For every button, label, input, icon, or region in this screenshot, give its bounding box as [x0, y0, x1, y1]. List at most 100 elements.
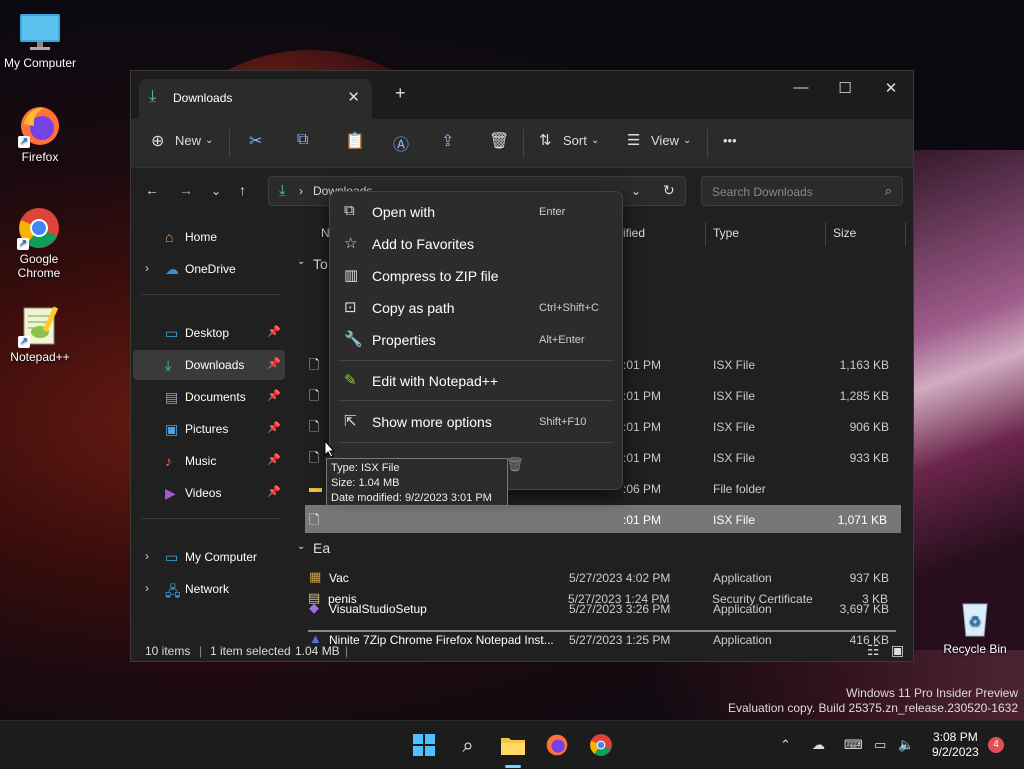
desktop-icon-firefox[interactable]: ↗ Firefox [0, 104, 80, 164]
divider [523, 129, 524, 157]
close-window-button[interactable]: ✕ [879, 79, 903, 97]
sidebar-item-desktop[interactable]: ▭ Desktop 📌 [133, 318, 285, 348]
up-arrow-icon[interactable]: ↑ [239, 182, 246, 198]
start-button[interactable] [411, 733, 437, 759]
pin-icon[interactable]: 📌 [267, 389, 281, 402]
menu-item-copy-as-path[interactable]: ⊡ Copy as path Ctrl+Shift+C [334, 292, 618, 322]
details-view-icon[interactable]: ☷ [867, 642, 880, 659]
status-bar: 10 items | 1 item selected 1.04 MB | ☷ ▣ [131, 641, 913, 663]
folder-icon: ▬ [309, 480, 322, 495]
sidebar-item-music[interactable]: ♪ Music 📌 [133, 446, 285, 476]
menu-item-edit-notepadpp[interactable]: ✎ Edit with Notepad++ [334, 365, 618, 395]
file-date: 5/27/2023 1:24 PM [568, 592, 670, 606]
more-options-icon: ⇱ [344, 413, 357, 430]
refresh-icon[interactable]: ↻ [663, 182, 675, 199]
group-collapse-chevron-icon[interactable]: ⌄ [297, 256, 305, 267]
firefox-icon [546, 734, 568, 756]
sidebar-item-downloads[interactable]: ⤓ Downloads 📌 [133, 350, 285, 380]
column-divider[interactable] [825, 222, 826, 246]
pin-icon[interactable]: 📌 [267, 325, 281, 338]
svg-text:♻: ♻ [969, 614, 982, 630]
tooltip-size: Size: 1.04 MB [331, 477, 400, 489]
sidebar-item-videos[interactable]: ▶ Videos 📌 [133, 478, 285, 508]
column-header-type[interactable]: Type [713, 226, 739, 240]
search-taskbar-button[interactable]: ⌕ [455, 733, 481, 759]
table-row[interactable]: ▤ penis 5/27/2023 1:24 PM Security Certi… [302, 584, 902, 612]
new-tab-button[interactable]: + [395, 83, 406, 104]
sidebar-item-pictures[interactable]: ▣ Pictures 📌 [133, 414, 285, 444]
sidebar-item-home[interactable]: ⌂ Home [133, 222, 285, 252]
recent-locations-chevron-icon[interactable]: ⌄ [211, 184, 221, 198]
show-hidden-icons-chevron-icon[interactable]: ⌃ [780, 737, 791, 753]
forward-arrow-icon[interactable]: → [179, 182, 193, 198]
menu-item-add-to-favorites[interactable]: ☆ Add to Favorites [334, 228, 618, 258]
notification-badge[interactable]: 4 [988, 737, 1004, 753]
network-status-icon[interactable]: ▭ [874, 737, 886, 753]
pin-icon[interactable]: 📌 [267, 485, 281, 498]
sidebar-item-label: Desktop [185, 326, 230, 340]
file-date: :01 PM [623, 389, 662, 403]
pin-icon[interactable]: 📌 [267, 357, 281, 370]
cut-icon[interactable]: ✂ [249, 131, 262, 151]
column-header-size[interactable]: Size [833, 226, 856, 240]
sidebar-item-onedrive[interactable]: › ☁ OneDrive [133, 254, 285, 284]
group-header-earlier[interactable]: Ea [313, 540, 330, 556]
file-explorer-taskbar-button[interactable] [500, 733, 526, 759]
rename-icon[interactable]: Ⓐ [393, 131, 409, 155]
share-icon[interactable]: ⇪ [441, 131, 454, 151]
menu-item-properties[interactable]: 🔧 Properties Alt+Enter [334, 324, 618, 354]
firefox-taskbar-button[interactable] [544, 733, 570, 759]
column-divider[interactable] [905, 222, 906, 246]
search-input[interactable] [710, 184, 874, 200]
sort-button[interactable]: Sort [563, 133, 587, 148]
tooltip-type: Type: ISX File [331, 462, 400, 474]
menu-item-open-with[interactable]: ⧉ Open with Enter [334, 196, 618, 226]
desktop-icon: ▭ [165, 325, 179, 341]
tiles-view-icon[interactable]: ▣ [891, 642, 904, 659]
pin-icon[interactable]: 📌 [267, 421, 281, 434]
desktop-icon-chrome[interactable]: ↗ Google Chrome [0, 206, 78, 280]
view-button[interactable]: View [651, 133, 679, 148]
horizontal-scrollbar[interactable] [308, 630, 896, 632]
sidebar-item-documents[interactable]: ▤ Documents 📌 [133, 382, 285, 412]
desktop-icon-recycle-bin[interactable]: ♻ Recycle Bin [935, 596, 1015, 656]
search-box[interactable]: ⌕ [701, 176, 903, 206]
volume-icon[interactable]: 🔈 [898, 737, 914, 753]
expand-chevron-icon[interactable]: › [145, 549, 149, 563]
sort-icon: ⇅ [539, 132, 552, 149]
menu-item-compress-zip[interactable]: ▥ Compress to ZIP file [334, 260, 618, 290]
clock-date: 9/2/2023 [932, 745, 979, 759]
maximize-button[interactable]: ☐ [833, 79, 857, 97]
more-options-button[interactable]: ••• [723, 133, 737, 148]
cloud-offline-icon[interactable]: ☁ [812, 737, 825, 753]
menu-item-show-more-options[interactable]: ⇱ Show more options Shift+F10 [334, 406, 618, 436]
close-tab-icon[interactable]: ✕ [347, 88, 360, 106]
delete-icon[interactable]: 🗑 [489, 131, 509, 151]
sidebar-item-network[interactable]: › 🖧 Network [133, 574, 285, 604]
expand-chevron-icon[interactable]: › [145, 581, 149, 595]
sidebar-item-my-computer[interactable]: › ▭ My Computer [133, 542, 285, 572]
desktop-icon-my-computer[interactable]: My Computer [0, 10, 80, 70]
copy-icon[interactable]: ⧉ [297, 131, 308, 149]
group-collapse-chevron-icon[interactable]: ⌄ [297, 541, 305, 552]
keyboard-icon[interactable]: ⌨ [844, 737, 863, 753]
minimize-button[interactable]: — [789, 79, 813, 96]
chrome-taskbar-button[interactable] [588, 733, 614, 759]
back-arrow-icon[interactable]: ← [145, 182, 159, 198]
group-header-today[interactable]: To [313, 256, 328, 272]
new-button[interactable]: New [175, 133, 201, 148]
column-header-date-modified[interactable]: ified [623, 226, 645, 240]
pin-icon[interactable]: 📌 [267, 453, 281, 466]
search-icon[interactable]: ⌕ [885, 183, 892, 199]
desktop-icon-notepadpp[interactable]: ↗ Notepad++ [0, 304, 80, 364]
column-divider[interactable] [705, 222, 706, 246]
system-clock[interactable]: 3:08 PM 9/2/2023 [932, 730, 979, 760]
windows-logo-icon [413, 734, 435, 756]
expand-chevron-icon[interactable]: › [145, 261, 149, 275]
tab-downloads[interactable]: ⤓ Downloads ✕ [139, 79, 372, 119]
table-row-selected[interactable]: 🗋 :01 PM ISX File 1,071 KB [305, 505, 901, 533]
delete-icon[interactable]: 🗑 [506, 456, 524, 473]
address-chevron-icon[interactable]: ⌄ [631, 184, 641, 198]
paste-icon[interactable]: 📋 [345, 131, 365, 151]
file-name: Vac [329, 571, 349, 585]
